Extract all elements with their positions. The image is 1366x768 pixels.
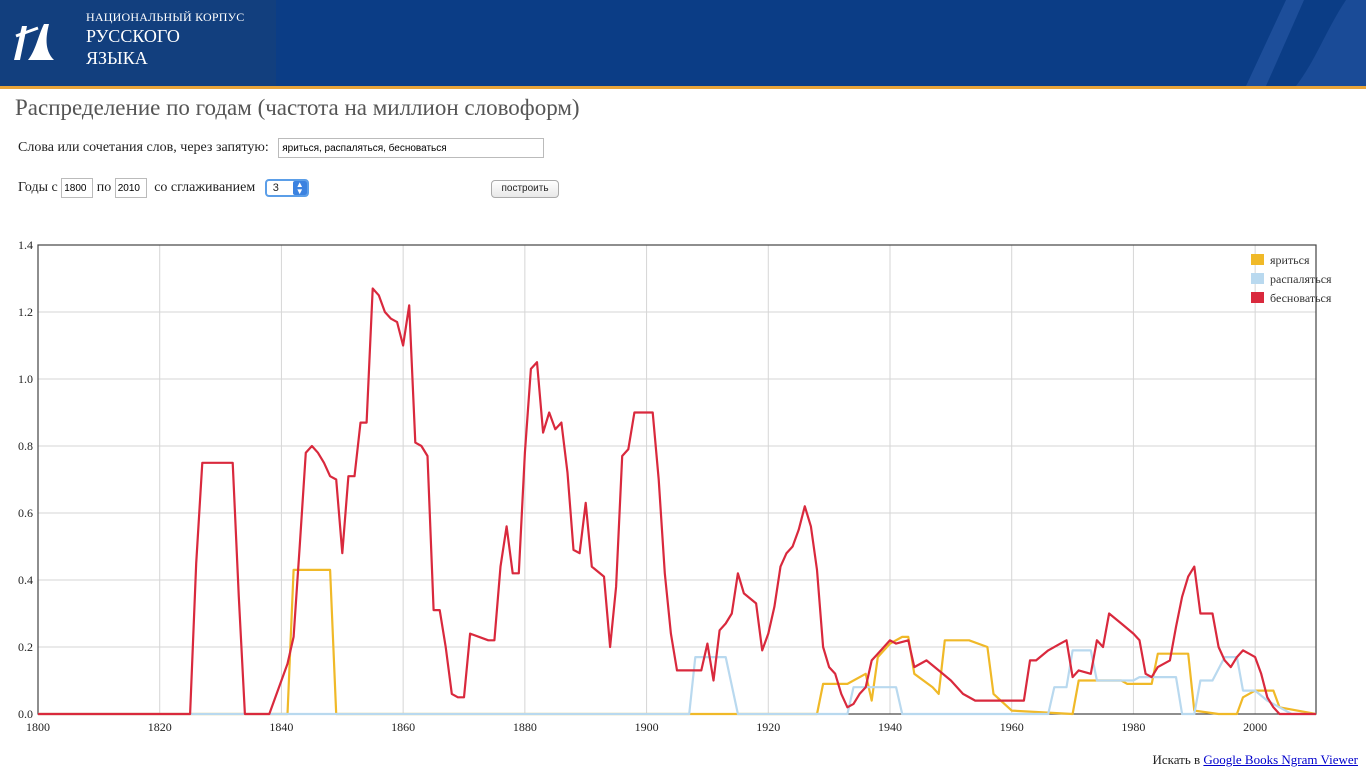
y-tick-label: 0.4	[18, 573, 33, 587]
years-from-label: Годы с	[18, 180, 58, 196]
x-tick-label: 1980	[1121, 720, 1145, 734]
ngram-viewer-link[interactable]: Google Books Ngram Viewer	[1203, 752, 1358, 767]
y-tick-label: 1.2	[18, 305, 33, 319]
plot-frame	[37, 244, 1317, 715]
header-decoration-icon	[1246, 0, 1366, 86]
y-tick-label: 0.6	[18, 506, 33, 520]
year-from-input[interactable]	[61, 178, 94, 198]
logo-line-3: ЯЗЫКА	[86, 48, 148, 68]
frequency-chart: 0.0 0.2 0.4 0.6 0.8 1.0 1.2 1.4 1800 1820 1840 1860…	[18, 238, 1332, 734]
legend-swatch	[1251, 292, 1264, 303]
legend-label: яриться	[1270, 253, 1310, 267]
logo-panel[interactable]: НАЦИОНАЛЬНЫЙ КОРПУС РУССКОГО ЯЗЫКА	[0, 0, 276, 86]
build-button[interactable]: построить	[491, 180, 559, 198]
x-tick-label: 1840	[269, 720, 293, 734]
series-line-1	[38, 568, 1317, 716]
x-tick-label: 1880	[513, 720, 537, 734]
words-label: Слова или сочетания слов, через запятую:	[18, 140, 269, 156]
ngram-search: Искать в Google Books Ngram Viewer	[1152, 752, 1358, 768]
legend-label: распаляться	[1270, 272, 1332, 286]
select-arrows-icon: ▲ ▼	[292, 181, 307, 196]
page-title: Распределение по годам (частота на милли…	[15, 95, 580, 120]
chart-legend: яриться распаляться бесноваться	[1251, 253, 1332, 305]
header-accent-line	[0, 86, 1366, 89]
logo-line-2: РУССКОГО	[86, 26, 180, 46]
logo-line-1: НАЦИОНАЛЬНЫЙ КОРПУС	[86, 10, 245, 24]
legend-swatch	[1251, 273, 1264, 284]
x-tick-label: 2000	[1243, 720, 1267, 734]
x-tick-label: 1820	[148, 720, 172, 734]
x-tick-label: 1800	[26, 720, 50, 734]
ngram-search-prefix: Искать в	[1152, 752, 1201, 767]
logo-text: НАЦИОНАЛЬНЫЙ КОРПУС РУССКОГО ЯЗЫКА	[86, 10, 245, 69]
x-tick-label: 1960	[1000, 720, 1024, 734]
x-tick-label: 1900	[635, 720, 659, 734]
y-tick-label: 1.4	[18, 238, 33, 252]
chart-grid	[37, 244, 1316, 715]
x-tick-label: 1940	[878, 720, 902, 734]
x-tick-label: 1860	[391, 720, 415, 734]
words-row: Слова или сочетания слов, через запятую:	[18, 138, 545, 158]
y-tick-label: 0.8	[18, 439, 33, 453]
x-tick-label: 1920	[756, 720, 780, 734]
chart-series	[38, 287, 1317, 716]
smoothing-value: 3	[272, 182, 279, 194]
y-tick-label: 1.0	[18, 372, 33, 386]
years-row: Годы с по со сглаживанием 3 ▲▼	[18, 178, 309, 198]
y-tick-label: 0.0	[18, 707, 33, 721]
logo-icon	[14, 24, 54, 60]
site-header: НАЦИОНАЛЬНЫЙ КОРПУС РУССКОГО ЯЗЫКА	[0, 0, 1366, 89]
legend-label: бесноваться	[1270, 291, 1332, 305]
series-line-3	[38, 287, 1316, 716]
words-input[interactable]	[278, 138, 545, 158]
smoothing-label: со сглаживанием	[154, 180, 256, 196]
smoothing-select[interactable]: 3 ▲ ▼	[264, 179, 309, 197]
years-to-label: по	[96, 180, 112, 196]
y-tick-label: 0.2	[18, 640, 33, 654]
legend-swatch	[1251, 254, 1264, 265]
year-to-input[interactable]	[114, 178, 147, 198]
